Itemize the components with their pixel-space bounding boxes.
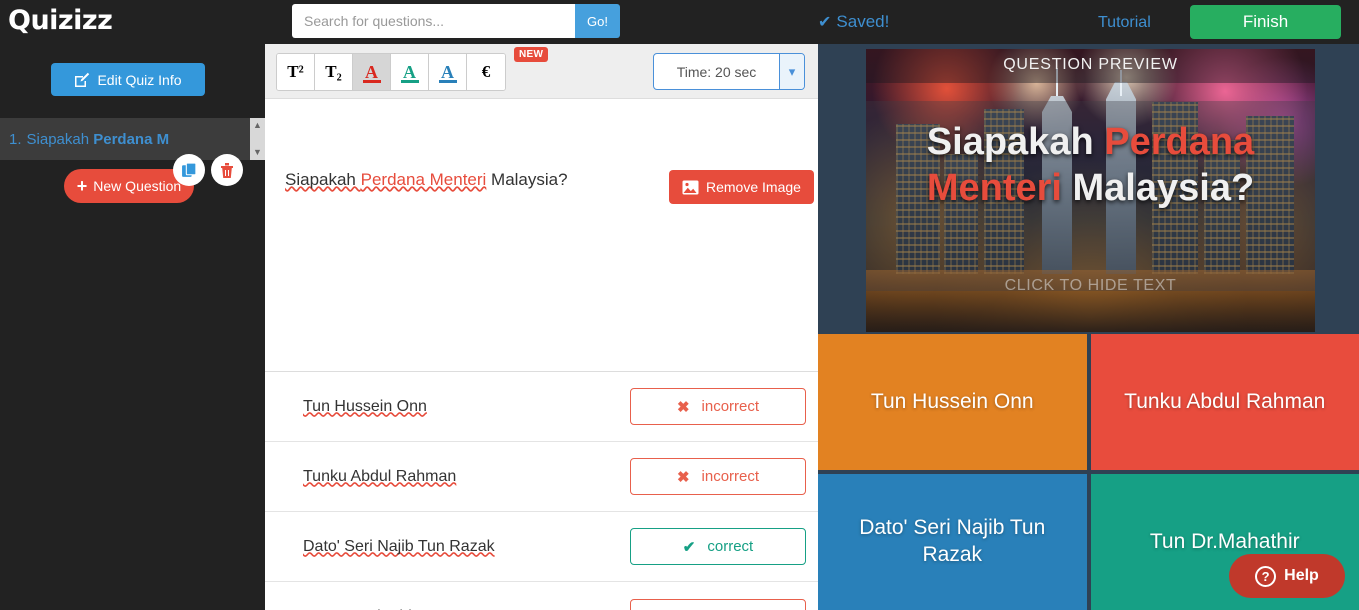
question-text-part3: Malaysia?: [486, 170, 568, 189]
question-text-area[interactable]: Siapakah Perdana Menteri Malaysia? Remov…: [265, 99, 818, 372]
question-text-part2: Perdana Menteri: [360, 170, 487, 189]
question-editor-panel: T² T₂ A A A € NEW Time: 20 sec ▾ Siapaka…: [265, 44, 818, 610]
question-text-part1: Siapakah: [285, 170, 361, 189]
edit-quiz-info-button[interactable]: Edit Quiz Info: [51, 63, 205, 96]
quizizz-logo[interactable]: Quizizz: [8, 5, 113, 36]
remove-image-button[interactable]: Remove Image: [669, 170, 814, 204]
text-color-blue-button[interactable]: A: [429, 54, 467, 90]
red-color-bar: [363, 80, 381, 83]
chevron-down-icon[interactable]: ▼: [253, 148, 262, 157]
duplicate-question-button[interactable]: [173, 154, 205, 186]
check-icon: ✔: [682, 538, 696, 556]
delete-question-button[interactable]: [211, 154, 243, 186]
green-color-bar: [401, 80, 419, 83]
new-question-label: New Question: [93, 178, 182, 194]
blue-color-bar: [439, 80, 457, 83]
answer-option-row[interactable]: Tun Hussein Onn ✖ incorrect: [265, 372, 818, 442]
preview-question-part3: Malaysia?: [1061, 167, 1255, 210]
answer-state-label: incorrect: [701, 468, 760, 485]
text-format-button-group: T² T₂ A A A €: [276, 53, 506, 91]
question-item-actions: [173, 154, 243, 186]
answer-options-list: Tun Hussein Onn ✖ incorrect Tunku Abdul …: [265, 372, 818, 610]
question-circle-icon: ?: [1255, 565, 1277, 587]
question-text-bold: Perdana M: [93, 130, 170, 148]
copy-icon: [181, 162, 196, 177]
finish-button[interactable]: Finish: [1190, 5, 1341, 39]
search-go-button[interactable]: Go!: [575, 4, 620, 38]
text-color-red-button[interactable]: A: [353, 54, 391, 90]
top-header: Quizizz Go! ✔ Saved! Tutorial Finish: [0, 0, 1359, 44]
superscript-button[interactable]: T²: [277, 54, 315, 90]
answer-option-text[interactable]: Tunku Abdul Rahman: [303, 468, 630, 486]
edit-quiz-info-label: Edit Quiz Info: [97, 71, 182, 88]
search-input[interactable]: [292, 4, 575, 38]
chevron-down-icon[interactable]: ▾: [779, 54, 804, 89]
answer-state-toggle[interactable]: ✖ incorrect: [630, 388, 806, 425]
help-label: Help: [1284, 567, 1319, 584]
answer-option-row[interactable]: Dato' Seri Najib Tun Razak ✔ correct: [265, 512, 818, 582]
preview-answer-tile[interactable]: Tun Hussein Onn: [818, 334, 1087, 470]
plus-icon: +: [76, 175, 88, 196]
answer-state-toggle[interactable]: ✖ incorrect: [630, 458, 806, 495]
saved-status: ✔ Saved!: [818, 12, 889, 32]
preview-answer-tile[interactable]: Tunku Abdul Rahman: [1090, 334, 1359, 470]
image-icon: [682, 180, 699, 194]
subscript-button[interactable]: T₂: [315, 54, 353, 90]
new-feature-badge: NEW: [514, 47, 549, 62]
check-icon: ✔: [818, 14, 832, 31]
question-text-plain: Siapakah: [26, 130, 94, 148]
answer-option-row[interactable]: Tun Dr.Mahathir ✖ incorrect: [265, 582, 818, 610]
edit-pencil-icon: [75, 72, 90, 87]
answer-option-text[interactable]: Dato' Seri Najib Tun Razak: [303, 538, 630, 556]
question-image[interactable]: QUESTION PREVIEW Siapakah Perdana Menter…: [866, 49, 1315, 332]
question-number: 1.: [9, 130, 22, 148]
text-color-green-button[interactable]: A: [391, 54, 429, 90]
question-preview-panel: QUESTION PREVIEW Siapakah Perdana Menter…: [818, 44, 1359, 610]
answer-state-label: incorrect: [701, 398, 760, 415]
preview-title: QUESTION PREVIEW: [1003, 56, 1178, 73]
cross-icon: ✖: [676, 398, 690, 416]
saved-label: Saved!: [836, 12, 890, 31]
question-preview-text: Siapakah Perdana M: [27, 131, 170, 148]
answer-state-toggle[interactable]: ✖ incorrect: [630, 598, 806, 610]
answer-state-label: correct: [707, 538, 754, 555]
equation-button[interactable]: €: [467, 54, 505, 90]
tutorial-link[interactable]: Tutorial: [1098, 14, 1151, 32]
answer-option-text[interactable]: Tun Hussein Onn: [303, 398, 630, 416]
remove-image-label: Remove Image: [706, 179, 801, 195]
question-sidebar: Edit Quiz Info 1. Siapakah Perdana M ▲ ▼: [0, 44, 265, 610]
preview-answer-tile[interactable]: Dato' Seri Najib Tun Razak: [818, 474, 1087, 610]
editor-toolbar: T² T₂ A A A € NEW Time: 20 sec ▾: [265, 44, 818, 99]
time-select[interactable]: Time: 20 sec ▾: [653, 53, 805, 90]
preview-question-part1: Siapakah: [926, 121, 1105, 163]
answer-state-toggle[interactable]: ✔ correct: [630, 528, 806, 565]
preview-question-text: Siapakah Perdana Menteri Malaysia?: [866, 119, 1315, 212]
trash-icon: [221, 162, 233, 178]
search-bar: Go!: [292, 4, 620, 38]
time-select-label: Time: 20 sec: [676, 63, 757, 80]
click-to-hide-text-label[interactable]: CLICK TO HIDE TEXT: [866, 277, 1315, 295]
answer-option-row[interactable]: Tunku Abdul Rahman ✖ incorrect: [265, 442, 818, 512]
sidebar-scroll-control[interactable]: ▲ ▼: [250, 118, 265, 160]
quizizz-editor-page: Quizizz Go! ✔ Saved! Tutorial Finish Edi…: [0, 0, 1359, 610]
chevron-up-icon[interactable]: ▲: [253, 121, 262, 130]
help-button[interactable]: ? Help: [1229, 554, 1345, 598]
cross-icon: ✖: [676, 468, 690, 486]
question-text: Siapakah Perdana Menteri Malaysia?: [285, 169, 568, 191]
